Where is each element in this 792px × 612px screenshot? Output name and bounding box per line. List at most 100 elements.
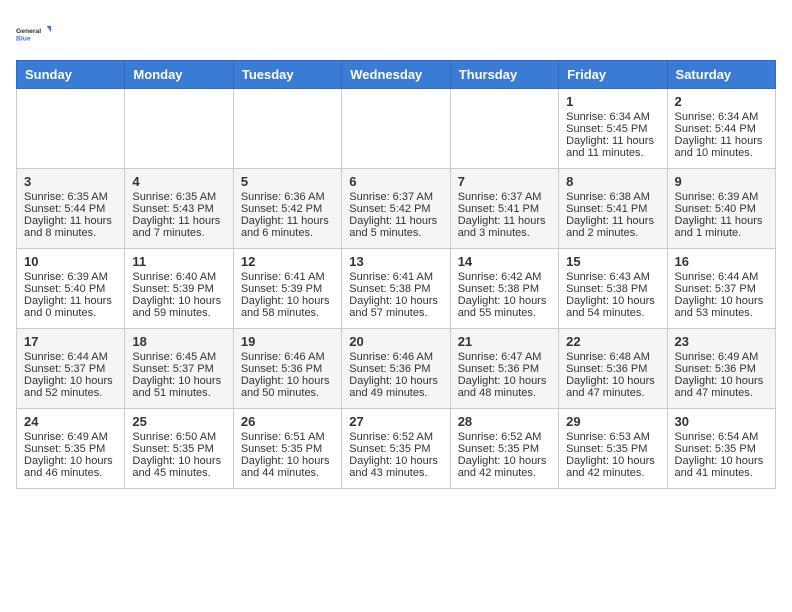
day-info: Sunrise: 6:52 AM bbox=[349, 431, 442, 443]
calendar-cell: 20Sunrise: 6:46 AMSunset: 5:36 PMDayligh… bbox=[342, 329, 450, 409]
day-info: Sunrise: 6:42 AM bbox=[458, 271, 551, 283]
day-info: Daylight: 11 hours and 11 minutes. bbox=[566, 135, 659, 159]
calendar-cell: 6Sunrise: 6:37 AMSunset: 5:42 PMDaylight… bbox=[342, 169, 450, 249]
calendar-cell: 29Sunrise: 6:53 AMSunset: 5:35 PMDayligh… bbox=[559, 409, 667, 489]
calendar-cell: 13Sunrise: 6:41 AMSunset: 5:38 PMDayligh… bbox=[342, 249, 450, 329]
day-info: Sunset: 5:38 PM bbox=[566, 283, 659, 295]
day-info: Daylight: 10 hours and 58 minutes. bbox=[241, 295, 334, 319]
day-info: Sunrise: 6:41 AM bbox=[349, 271, 442, 283]
day-number: 28 bbox=[458, 414, 551, 429]
day-info: Sunset: 5:37 PM bbox=[675, 283, 768, 295]
day-info: Daylight: 10 hours and 54 minutes. bbox=[566, 295, 659, 319]
day-number: 21 bbox=[458, 334, 551, 349]
day-info: Sunset: 5:40 PM bbox=[24, 283, 117, 295]
day-info: Sunrise: 6:45 AM bbox=[132, 351, 225, 363]
day-info: Daylight: 11 hours and 1 minute. bbox=[675, 215, 768, 239]
day-info: Sunrise: 6:37 AM bbox=[349, 191, 442, 203]
calendar-cell: 12Sunrise: 6:41 AMSunset: 5:39 PMDayligh… bbox=[233, 249, 341, 329]
day-info: Sunset: 5:45 PM bbox=[566, 123, 659, 135]
week-row-1: 1Sunrise: 6:34 AMSunset: 5:45 PMDaylight… bbox=[17, 89, 776, 169]
calendar-cell bbox=[233, 89, 341, 169]
day-info: Sunset: 5:42 PM bbox=[241, 203, 334, 215]
calendar-cell bbox=[342, 89, 450, 169]
day-number: 5 bbox=[241, 174, 334, 189]
calendar-cell: 1Sunrise: 6:34 AMSunset: 5:45 PMDaylight… bbox=[559, 89, 667, 169]
day-info: Sunset: 5:35 PM bbox=[566, 443, 659, 455]
day-info: Sunrise: 6:35 AM bbox=[24, 191, 117, 203]
logo: General Blue bbox=[16, 16, 52, 52]
day-info: Daylight: 10 hours and 41 minutes. bbox=[675, 455, 768, 479]
day-number: 10 bbox=[24, 254, 117, 269]
day-info: Sunset: 5:41 PM bbox=[458, 203, 551, 215]
day-info: Sunset: 5:43 PM bbox=[132, 203, 225, 215]
day-info: Sunrise: 6:39 AM bbox=[675, 191, 768, 203]
day-info: Sunset: 5:36 PM bbox=[675, 363, 768, 375]
calendar-cell bbox=[17, 89, 125, 169]
svg-text:General: General bbox=[16, 28, 41, 35]
page-header: General Blue bbox=[16, 16, 776, 52]
calendar-cell: 14Sunrise: 6:42 AMSunset: 5:38 PMDayligh… bbox=[450, 249, 558, 329]
day-info: Sunset: 5:35 PM bbox=[24, 443, 117, 455]
calendar-table: SundayMondayTuesdayWednesdayThursdayFrid… bbox=[16, 60, 776, 489]
day-info: Sunset: 5:44 PM bbox=[24, 203, 117, 215]
day-info: Daylight: 11 hours and 6 minutes. bbox=[241, 215, 334, 239]
day-number: 25 bbox=[132, 414, 225, 429]
day-info: Sunrise: 6:40 AM bbox=[132, 271, 225, 283]
day-number: 16 bbox=[675, 254, 768, 269]
day-info: Sunrise: 6:54 AM bbox=[675, 431, 768, 443]
day-info: Sunrise: 6:48 AM bbox=[566, 351, 659, 363]
calendar-cell: 5Sunrise: 6:36 AMSunset: 5:42 PMDaylight… bbox=[233, 169, 341, 249]
calendar-cell: 11Sunrise: 6:40 AMSunset: 5:39 PMDayligh… bbox=[125, 249, 233, 329]
day-info: Sunset: 5:35 PM bbox=[241, 443, 334, 455]
day-info: Daylight: 10 hours and 42 minutes. bbox=[458, 455, 551, 479]
day-info: Sunrise: 6:39 AM bbox=[24, 271, 117, 283]
day-info: Sunrise: 6:47 AM bbox=[458, 351, 551, 363]
calendar-cell: 15Sunrise: 6:43 AMSunset: 5:38 PMDayligh… bbox=[559, 249, 667, 329]
day-info: Sunset: 5:35 PM bbox=[458, 443, 551, 455]
day-number: 20 bbox=[349, 334, 442, 349]
day-info: Daylight: 10 hours and 52 minutes. bbox=[24, 375, 117, 399]
day-info: Daylight: 10 hours and 49 minutes. bbox=[349, 375, 442, 399]
calendar-cell: 2Sunrise: 6:34 AMSunset: 5:44 PMDaylight… bbox=[667, 89, 775, 169]
week-row-5: 24Sunrise: 6:49 AMSunset: 5:35 PMDayligh… bbox=[17, 409, 776, 489]
svg-text:Blue: Blue bbox=[16, 35, 31, 42]
day-info: Sunrise: 6:34 AM bbox=[566, 111, 659, 123]
calendar-cell: 21Sunrise: 6:47 AMSunset: 5:36 PMDayligh… bbox=[450, 329, 558, 409]
day-info: Daylight: 11 hours and 0 minutes. bbox=[24, 295, 117, 319]
day-info: Sunrise: 6:50 AM bbox=[132, 431, 225, 443]
day-info: Sunset: 5:36 PM bbox=[241, 363, 334, 375]
day-number: 26 bbox=[241, 414, 334, 429]
day-info: Sunset: 5:36 PM bbox=[349, 363, 442, 375]
day-info: Daylight: 11 hours and 2 minutes. bbox=[566, 215, 659, 239]
calendar-cell: 17Sunrise: 6:44 AMSunset: 5:37 PMDayligh… bbox=[17, 329, 125, 409]
day-info: Sunrise: 6:46 AM bbox=[241, 351, 334, 363]
day-info: Sunrise: 6:34 AM bbox=[675, 111, 768, 123]
day-info: Daylight: 10 hours and 47 minutes. bbox=[675, 375, 768, 399]
weekday-header-friday: Friday bbox=[559, 61, 667, 89]
day-info: Daylight: 10 hours and 46 minutes. bbox=[24, 455, 117, 479]
day-info: Sunrise: 6:43 AM bbox=[566, 271, 659, 283]
calendar-cell: 27Sunrise: 6:52 AMSunset: 5:35 PMDayligh… bbox=[342, 409, 450, 489]
day-number: 8 bbox=[566, 174, 659, 189]
day-info: Daylight: 11 hours and 8 minutes. bbox=[24, 215, 117, 239]
day-number: 12 bbox=[241, 254, 334, 269]
day-info: Daylight: 10 hours and 55 minutes. bbox=[458, 295, 551, 319]
day-number: 17 bbox=[24, 334, 117, 349]
day-number: 4 bbox=[132, 174, 225, 189]
day-number: 7 bbox=[458, 174, 551, 189]
day-info: Daylight: 10 hours and 50 minutes. bbox=[241, 375, 334, 399]
day-info: Daylight: 10 hours and 43 minutes. bbox=[349, 455, 442, 479]
day-info: Daylight: 11 hours and 3 minutes. bbox=[458, 215, 551, 239]
day-info: Daylight: 10 hours and 44 minutes. bbox=[241, 455, 334, 479]
calendar-cell: 9Sunrise: 6:39 AMSunset: 5:40 PMDaylight… bbox=[667, 169, 775, 249]
calendar-cell bbox=[450, 89, 558, 169]
day-info: Sunrise: 6:49 AM bbox=[675, 351, 768, 363]
day-number: 2 bbox=[675, 94, 768, 109]
day-info: Sunset: 5:39 PM bbox=[132, 283, 225, 295]
day-number: 27 bbox=[349, 414, 442, 429]
day-info: Sunrise: 6:44 AM bbox=[24, 351, 117, 363]
day-number: 23 bbox=[675, 334, 768, 349]
week-row-4: 17Sunrise: 6:44 AMSunset: 5:37 PMDayligh… bbox=[17, 329, 776, 409]
weekday-header-row: SundayMondayTuesdayWednesdayThursdayFrid… bbox=[17, 61, 776, 89]
day-info: Daylight: 10 hours and 53 minutes. bbox=[675, 295, 768, 319]
